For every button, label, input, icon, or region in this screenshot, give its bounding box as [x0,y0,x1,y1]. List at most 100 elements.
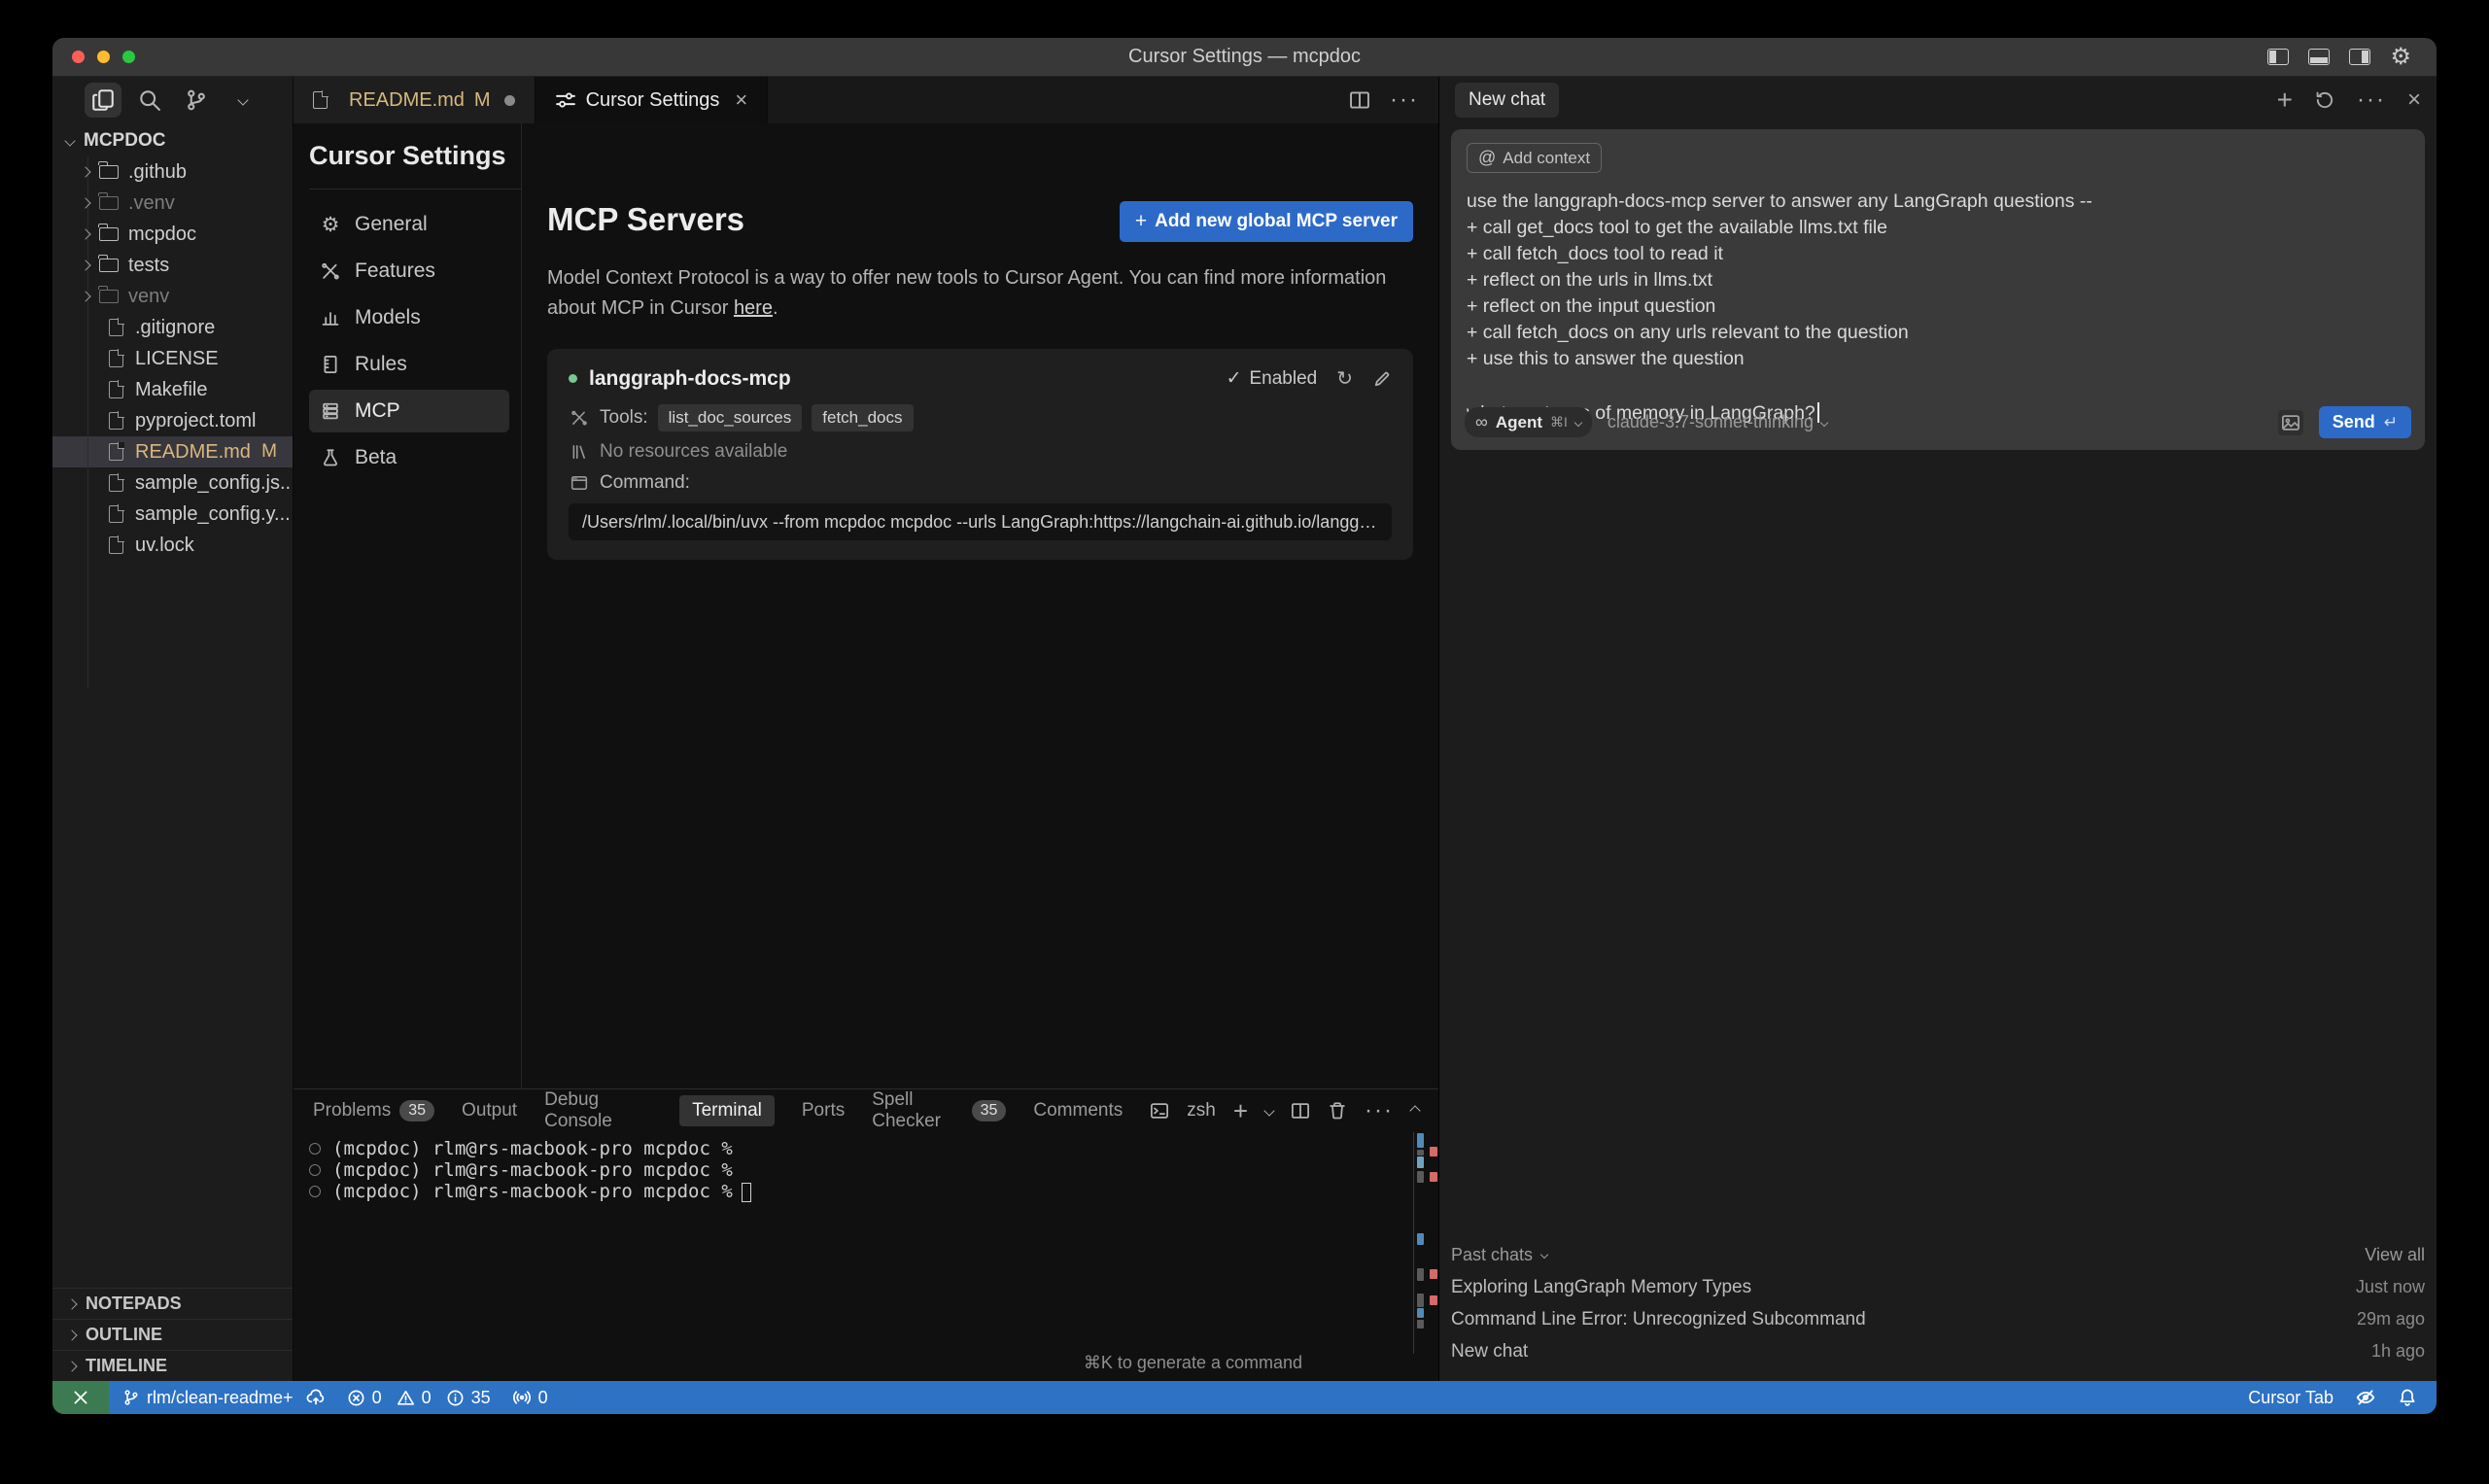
server-enabled-label[interactable]: Enabled [1250,368,1318,390]
here-link[interactable]: here [734,297,773,319]
panel-tab-ports[interactable]: Ports [802,1100,845,1122]
git-branch-status[interactable]: rlm/clean-readme+ [122,1388,326,1408]
refresh-icon[interactable]: ↻ [1336,366,1353,391]
tree-item-file[interactable]: .gitignore [52,312,293,343]
new-chat-icon[interactable]: + [2277,86,2293,114]
toggle-panel-icon[interactable] [2308,49,2330,65]
panel-tab-output[interactable]: Output [462,1100,517,1122]
terminal-line: (mcpdoc) rlm@rs-macbook-pro mcpdoc % [309,1159,1438,1181]
tab-cursor-settings[interactable]: Cursor Settings × [536,77,769,123]
tree-item-folder[interactable]: .venv [52,188,293,219]
toggle-primary-sidebar-icon[interactable] [2267,49,2289,65]
terminal-line: (mcpdoc) rlm@rs-macbook-pro mcpdoc % [309,1138,1438,1159]
chat-header: New chat + ··· × [1439,77,2437,123]
server-command-value[interactable]: /Users/rlm/.local/bin/uvx --from mcpdoc … [569,503,1392,540]
tree-item-folder[interactable]: .github [52,156,293,188]
sidebar-section-timeline[interactable]: TIMELINE [52,1350,293,1381]
tree-item-folder[interactable]: mcpdoc [52,219,293,250]
tree-item-folder[interactable]: venv [52,281,293,312]
chevron-right-icon [66,1329,77,1340]
attach-image-icon[interactable] [2278,410,2303,435]
split-editor-icon[interactable] [1349,89,1370,111]
past-chat-item[interactable]: Exploring LangGraph Memory Types Just no… [1451,1271,2425,1303]
settings-nav-beta[interactable]: Beta [309,436,509,479]
past-chat-item[interactable]: Command Line Error: Unrecognized Subcomm… [1451,1303,2425,1335]
chat-more-actions-icon[interactable]: ··· [2357,86,2386,114]
toggle-secondary-sidebar-icon[interactable] [2349,49,2370,65]
command-decoration-icon[interactable] [309,1164,321,1176]
edit-pencil-icon[interactable] [1372,369,1392,389]
chat-input-box[interactable]: @ Add context use the langgraph-docs-mcp… [1451,129,2425,450]
tree-item-file[interactable]: pyproject.toml [52,405,293,436]
file-tree: MCPDOC .github .venv mcpdoc [52,123,293,1381]
problems-status[interactable]: 0 0 35 [347,1388,491,1408]
more-views-chevron-icon[interactable] [225,83,261,118]
explorer-icon[interactable] [85,83,121,118]
chat-tab-new-chat[interactable]: New chat [1455,83,1559,118]
maximize-panel-chevron-icon[interactable] [1409,1105,1420,1116]
shell-label[interactable]: zsh [1187,1100,1216,1122]
source-control-icon[interactable] [178,83,215,118]
terminal-window-icon [569,474,590,492]
tree-item-file[interactable]: sample_config.y... [52,499,293,530]
cursor-tab-status[interactable]: Cursor Tab [2248,1388,2333,1408]
tree-item-file[interactable]: LICENSE [52,343,293,374]
editor-more-actions-icon[interactable]: ··· [1390,86,1419,114]
tree-item-file[interactable]: Makefile [52,374,293,405]
panel-tab-debug-console[interactable]: Debug Console [544,1089,652,1132]
settings-nav-mcp[interactable]: MCP [309,390,509,432]
cursor-settings-page: Cursor Settings ⚙ General Features Mod [294,123,1438,1088]
send-button[interactable]: Send ↵ [2319,406,2411,438]
new-terminal-icon[interactable]: + [1233,1096,1248,1126]
ports-status[interactable]: 0 [512,1388,548,1408]
search-icon[interactable] [131,83,168,118]
add-mcp-server-button[interactable]: + Add new global MCP server [1120,201,1413,242]
tree-root[interactable]: MCPDOC [52,125,293,156]
remote-indicator[interactable] [52,1381,109,1414]
minimap-mark [1417,1233,1424,1245]
eye-slash-icon[interactable] [2355,1387,2376,1408]
terminal-dropdown-chevron-icon[interactable] [1263,1105,1274,1116]
file-icon [109,536,123,554]
past-chat-item[interactable]: New chat 1h ago [1451,1335,2425,1367]
settings-nav-models[interactable]: Models [309,296,509,339]
panel-tab-problems[interactable]: Problems 35 [313,1100,434,1122]
sidebar-section-outline[interactable]: OUTLINE [52,1319,293,1350]
bell-icon[interactable] [2398,1388,2417,1407]
trash-icon[interactable] [1328,1101,1347,1121]
model-selector[interactable]: claude-3.7-sonnet-thinking [1607,412,1827,432]
panel-more-actions-icon[interactable]: ··· [1365,1097,1394,1124]
file-icon [313,91,328,109]
sidebar-section-notepads[interactable]: NOTEPADS [52,1288,293,1319]
command-decoration-icon[interactable] [309,1143,321,1155]
tree-item-folder[interactable]: tests [52,250,293,281]
panel-tab-comments[interactable]: Comments [1033,1100,1123,1122]
settings-gear-icon[interactable]: ⚙ [2390,46,2411,69]
terminal-body[interactable]: (mcpdoc) rlm@rs-macbook-pro mcpdoc % (mc… [294,1132,1438,1381]
tree-item-file[interactable]: sample_config.js... [52,467,293,499]
settings-nav-features[interactable]: Features [309,250,509,293]
agent-mode-selector[interactable]: ∞ Agent ⌘I [1465,407,1592,437]
split-terminal-icon[interactable] [1291,1101,1310,1121]
cmdk-hint: ⌘K to generate a command [1084,1353,1302,1373]
tab-readme[interactable]: README.md M [294,77,536,123]
close-tab-icon[interactable]: × [735,87,747,113]
past-chats-label[interactable]: Past chats [1451,1245,1533,1265]
tree-item-file[interactable]: uv.lock [52,530,293,561]
panel-tab-terminal[interactable]: Terminal [679,1095,775,1126]
past-chats-section: Past chats View all Exploring LangGraph … [1451,1238,2425,1367]
agent-shortcut: ⌘I [1550,414,1568,431]
broadcast-icon [512,1388,532,1407]
settings-nav-rules[interactable]: Rules [309,343,509,386]
add-context-chip[interactable]: @ Add context [1467,143,1602,173]
unsaved-dot-icon[interactable] [504,95,515,106]
history-icon[interactable] [2314,89,2335,111]
chat-prompt-text[interactable]: use the langgraph-docs-mcp server to ans… [1467,189,2409,427]
panel-tab-spell-checker[interactable]: Spell Checker 35 [872,1089,1006,1132]
at-icon: @ [1478,148,1496,168]
tree-item-file-selected[interactable]: README.md M [52,436,293,467]
settings-nav-general[interactable]: ⚙ General [309,203,509,246]
command-decoration-icon[interactable] [309,1186,321,1197]
view-all-link[interactable]: View all [2365,1245,2425,1265]
close-chat-icon[interactable]: × [2407,88,2421,112]
